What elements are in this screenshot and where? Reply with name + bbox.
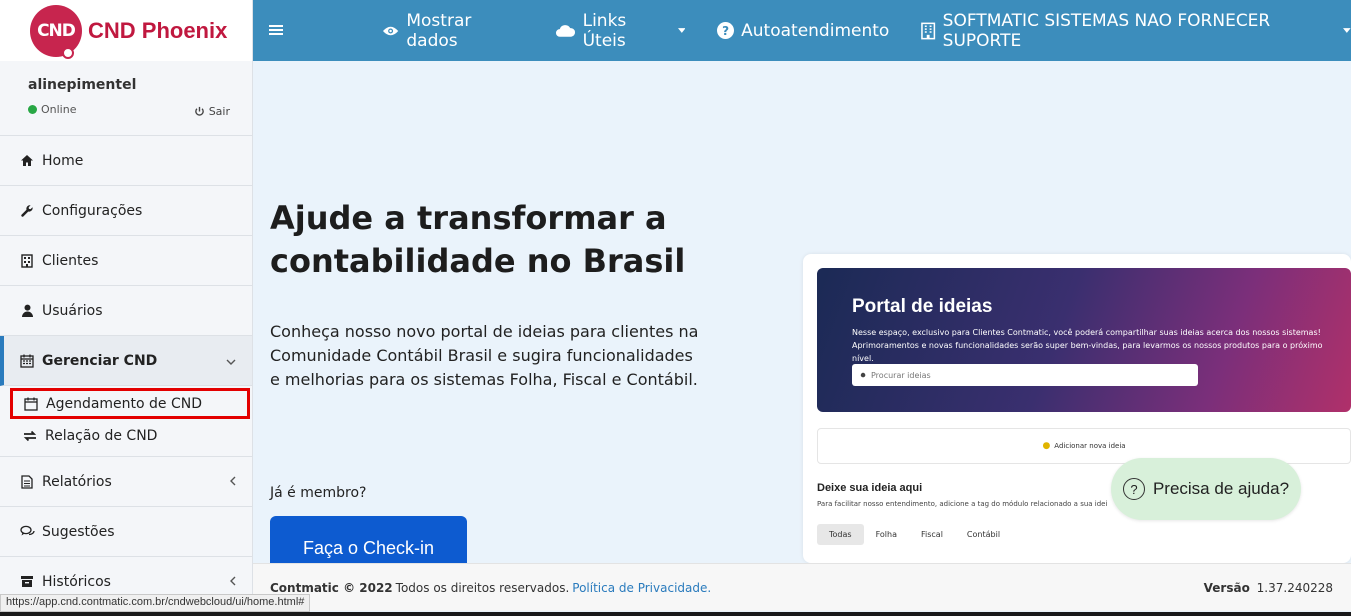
filter-tab-folha: Folha	[875, 530, 897, 539]
sidebar-item-label: Gerenciar CND	[42, 352, 158, 369]
version-label: Versão	[1203, 581, 1250, 595]
window-bottom-edge	[0, 612, 1351, 616]
home-icon	[19, 154, 35, 167]
company-label: SOFTMATIC SISTEMAS NAO FORNECER SUPORTE	[942, 10, 1271, 51]
chat-icon	[19, 525, 35, 538]
idea-filter-tabs: Todas Folha Fiscal Contábil	[817, 524, 1012, 545]
useful-links-dropdown[interactable]: Links Úteis	[555, 11, 686, 51]
swap-icon	[22, 430, 38, 442]
self-service-link[interactable]: ? Autoatendimento	[717, 21, 889, 41]
version-value: 1.37.240228	[1256, 581, 1333, 595]
sidebar-subitem-relacao[interactable]: Relação de CND	[0, 419, 252, 452]
sidebar-item-usuarios[interactable]: Usuários	[0, 286, 252, 336]
privacy-policy-link[interactable]: Política de Privacidade.	[572, 581, 711, 595]
question-circle-icon: ?	[1122, 478, 1145, 500]
hero-text-line-2: e melhorias para os sistemas Folha, Fisc…	[270, 370, 698, 389]
brand-logo-text: CND	[37, 20, 76, 41]
filter-tab-todas: Todas	[817, 524, 864, 545]
help-label: Precisa de ajuda?	[1152, 479, 1290, 498]
sidebar-subitem-agendamento[interactable]: Agendamento de CND	[10, 388, 250, 419]
version-info: Versão 1.37.240228	[1204, 581, 1333, 595]
sidebar-item-gerenciar-cnd[interactable]: Gerenciar CND	[0, 336, 252, 386]
sidebar-item-home[interactable]: Home	[0, 136, 252, 186]
brand[interactable]: CND CND Phoenix	[0, 0, 252, 61]
filter-tab-contabil: Contábil	[966, 530, 1001, 539]
hamburger-menu-icon[interactable]	[269, 20, 288, 41]
sidebar-item-label: Relatórios	[42, 473, 112, 490]
search-icon	[860, 372, 866, 377]
chevron-left-icon	[230, 575, 236, 589]
archive-icon	[19, 575, 35, 588]
sidebar-item-label: Home	[42, 152, 84, 169]
gerenciar-cnd-submenu: Agendamento de CND Relação de CND	[0, 388, 252, 457]
sidebar-item-label: Clientes	[42, 252, 99, 269]
brand-logo-icon: CND	[30, 4, 82, 59]
help-chat-button[interactable]: ? Precisa de ajuda?	[1111, 458, 1301, 520]
sidebar-subitem-label: Relação de CND	[45, 427, 158, 444]
company-dropdown[interactable]: SOFTMATIC SISTEMAS NAO FORNECER SUPORTE	[921, 11, 1351, 51]
footer: Contmatic © 2022 Todos os direitos reser…	[253, 563, 1351, 611]
logout-label: Sair	[208, 105, 230, 118]
power-icon	[194, 106, 204, 116]
show-data-button[interactable]: Mostrar dados	[382, 11, 522, 51]
sidebar-item-label: Sugestões	[42, 523, 115, 540]
username: alinepimentel	[28, 77, 137, 93]
footer-copyright: Contmatic © 2022	[270, 580, 393, 595]
user-icon	[19, 304, 35, 317]
question-circle-icon: ?	[717, 22, 735, 39]
chevron-left-icon	[230, 475, 236, 489]
member-question: Já é membro?	[270, 485, 367, 501]
portal-description: Nesse espaço, exclusivo para Clientes Co…	[852, 328, 1323, 363]
main-content: Ajude a transformar a contabilidade no B…	[253, 61, 1351, 576]
caret-down-icon	[1343, 28, 1351, 33]
sidebar-item-clientes[interactable]: Clientes	[0, 236, 252, 286]
useful-links-label: Links Úteis	[582, 10, 627, 51]
portal-banner: Portal de ideias Nesse espaço, exclusivo…	[817, 268, 1351, 412]
sidebar-item-label: Configurações	[42, 202, 143, 219]
sidebar-item-sugestoes[interactable]: Sugestões	[0, 507, 252, 557]
building-icon	[19, 253, 35, 268]
building-icon	[921, 22, 936, 39]
self-service-label: Autoatendimento	[741, 20, 890, 41]
sidebar-item-label: Usuários	[42, 302, 103, 319]
logout-button[interactable]: Sair	[194, 105, 230, 118]
calendar-icon	[19, 354, 35, 368]
online-dot-icon	[28, 105, 37, 114]
document-icon	[19, 474, 35, 489]
caret-down-icon	[677, 28, 686, 33]
sidebar-item-label: Históricos	[42, 573, 111, 590]
portal-search-placeholder: Procurar ideias	[871, 370, 931, 380]
wrench-icon	[19, 204, 35, 218]
leave-idea-description: Para facilitar nosso entendimento, adici…	[817, 500, 1107, 508]
calendar-icon	[23, 397, 39, 411]
browser-status-url: https://app.cnd.contmatic.com.br/cndwebc…	[0, 594, 311, 612]
show-data-label: Mostrar dados	[406, 10, 472, 51]
sidebar: CND CND Phoenix alinepimentel Online Sai…	[0, 0, 253, 616]
filter-tab-fiscal: Fiscal	[920, 530, 943, 539]
sidebar-subitem-label: Agendamento de CND	[46, 395, 203, 412]
portal-title: Portal de ideias	[852, 296, 993, 317]
portal-search-input: Procurar ideias	[852, 364, 1198, 386]
hero-title: Ajude a transformar a contabilidade no B…	[270, 199, 686, 280]
sidebar-item-configuracoes[interactable]: Configurações	[0, 186, 252, 236]
hero-text-line-1: Conheça nosso novo portal de ideias para…	[270, 322, 699, 365]
sidebar-item-relatorios[interactable]: Relatórios	[0, 457, 252, 507]
brand-name: CND Phoenix	[88, 17, 228, 43]
footer-rights: Todos os direitos reservados.	[395, 580, 570, 595]
user-panel: alinepimentel Online Sair	[0, 61, 252, 136]
cloud-icon	[555, 24, 575, 37]
chevron-down-icon	[226, 354, 236, 368]
top-navbar: Mostrar dados Links Úteis ? Autoatendime…	[253, 0, 1351, 61]
add-idea-label: Adicionar nova ideia	[1054, 442, 1126, 450]
lightbulb-icon: ●	[1042, 441, 1051, 451]
eye-icon	[383, 26, 399, 35]
leave-idea-title: Deixe sua ideia aqui	[817, 482, 923, 494]
hero-description: Conheça nosso novo portal de ideias para…	[270, 320, 700, 392]
user-status-label: Online	[41, 103, 77, 116]
